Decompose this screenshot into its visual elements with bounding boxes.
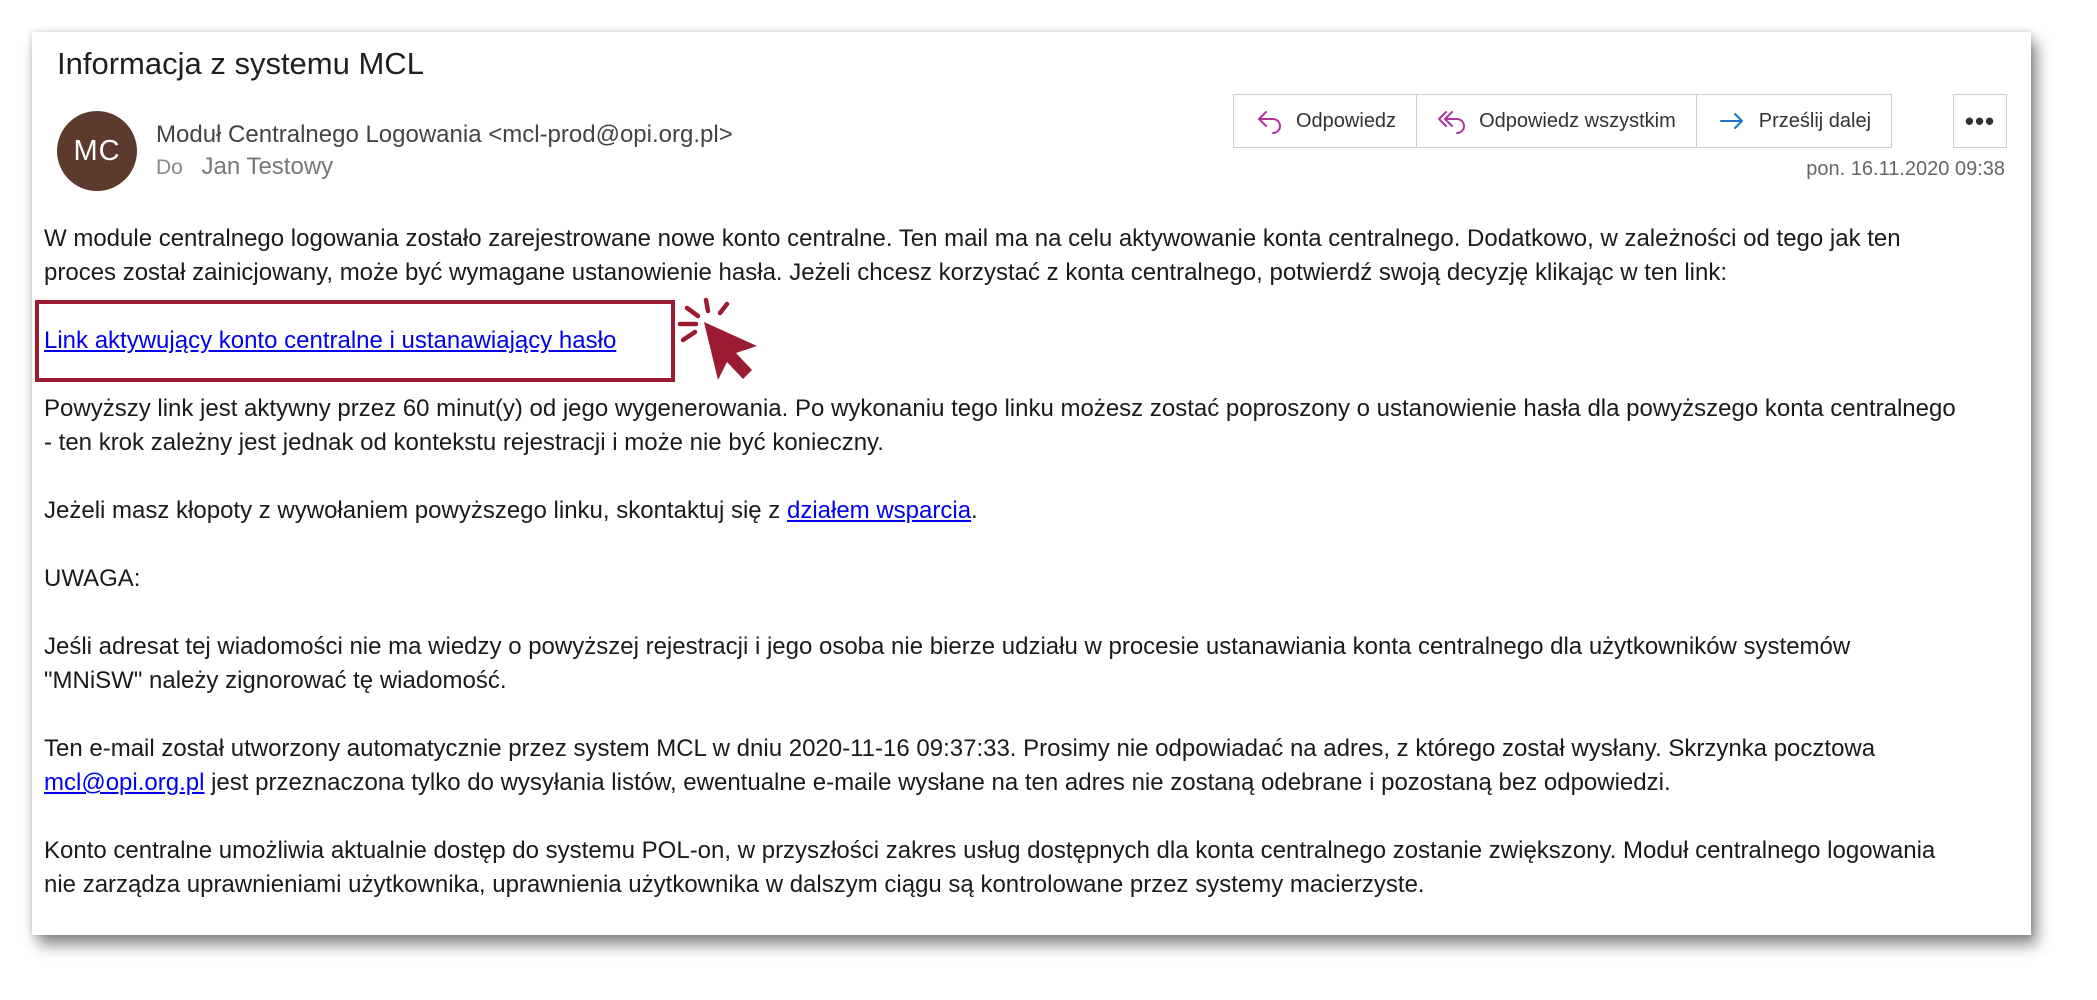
body-text-span: Jeżeli masz kłopoty z wywołaniem powyższ… — [44, 497, 787, 524]
body-text-span: . — [971, 497, 978, 524]
body-line: Ten e-mail został utworzony automatyczni… — [44, 735, 1876, 762]
mailbox-email-link[interactable]: mcl@opi.org.pl — [44, 769, 204, 796]
body-paragraph: Powyższy link jest aktywny przez 60 minu… — [44, 392, 2019, 460]
reply-label: Odpowiedz — [1296, 109, 1397, 132]
recipient-name[interactable]: Jan Testowy — [202, 153, 334, 180]
body-line: Jeśli adresat tej wiadomości nie ma wied… — [44, 633, 1851, 660]
body-line: "MNiSW" należy zignorować tę wiadomość. — [44, 667, 507, 694]
warning-heading: UWAGA: — [44, 565, 141, 592]
email-subject: Informacja z systemu MCL — [57, 46, 424, 81]
click-cursor-icon — [677, 297, 757, 380]
more-options-icon: ••• — [1964, 105, 1996, 136]
highlight-frame — [35, 300, 675, 382]
reply-all-label: Odpowiedz wszystkim — [1479, 109, 1676, 132]
avatar-initials: MC — [73, 134, 121, 167]
body-line: Konto centralne umożliwia aktualnie dost… — [44, 837, 1936, 864]
to-label: Do — [156, 156, 183, 179]
body-line: W module centralnego logowania zostało z… — [44, 225, 1901, 252]
email-body: W module centralnego logowania zostało z… — [35, 222, 2019, 902]
reply-all-button[interactable]: Odpowiedz wszystkim — [1416, 95, 1696, 147]
forward-button[interactable]: Prześlij dalej — [1695, 95, 1891, 147]
activation-link-row: Link aktywujący konto centralne i ustana… — [35, 297, 2019, 382]
body-paragraph: Jeżeli masz kłopoty z wywołaniem powyższ… — [44, 494, 2019, 528]
body-line: nie zarządza uprawnieniami użytkownika, … — [44, 871, 1425, 898]
support-link[interactable]: działem wsparcia — [787, 497, 971, 524]
message-actions-toolbar: Odpowiedz Odpowiedz wszystkim Prześlij d… — [1233, 94, 1893, 148]
body-paragraph: W module centralnego logowania zostało z… — [44, 222, 2019, 290]
more-options-button[interactable]: ••• — [1953, 94, 2007, 148]
email-reading-pane: Informacja z systemu MCL MC Moduł Centra… — [32, 32, 2031, 935]
body-line: proces został zainicjowany, może być wym… — [44, 259, 1728, 286]
forward-label: Prześlij dalej — [1758, 109, 1872, 132]
body-paragraph: Ten e-mail został utworzony automatyczni… — [44, 732, 2019, 800]
reply-all-arrow-icon — [1437, 106, 1467, 136]
sender-avatar[interactable]: MC — [57, 111, 137, 191]
received-date: pon. 16.11.2020 09:38 — [1806, 158, 2005, 180]
body-paragraph: Konto centralne umożliwia aktualnie dost… — [44, 834, 2019, 902]
recipient-line: Do Jan Testowy — [156, 153, 333, 181]
body-line: Powyższy link jest aktywny przez 60 minu… — [44, 395, 1956, 422]
body-line: - ten krok zależny jest jednak od kontek… — [44, 429, 884, 456]
body-text-span: jest przeznaczona tylko do wysyłania lis… — [204, 769, 1671, 796]
reply-button[interactable]: Odpowiedz — [1234, 95, 1416, 147]
sender-name[interactable]: Moduł Centralnego Logowania <mcl-prod@op… — [156, 121, 733, 149]
forward-arrow-icon — [1717, 106, 1747, 136]
body-paragraph: Jeśli adresat tej wiadomości nie ma wied… — [44, 630, 2019, 698]
reply-arrow-icon — [1254, 106, 1284, 136]
